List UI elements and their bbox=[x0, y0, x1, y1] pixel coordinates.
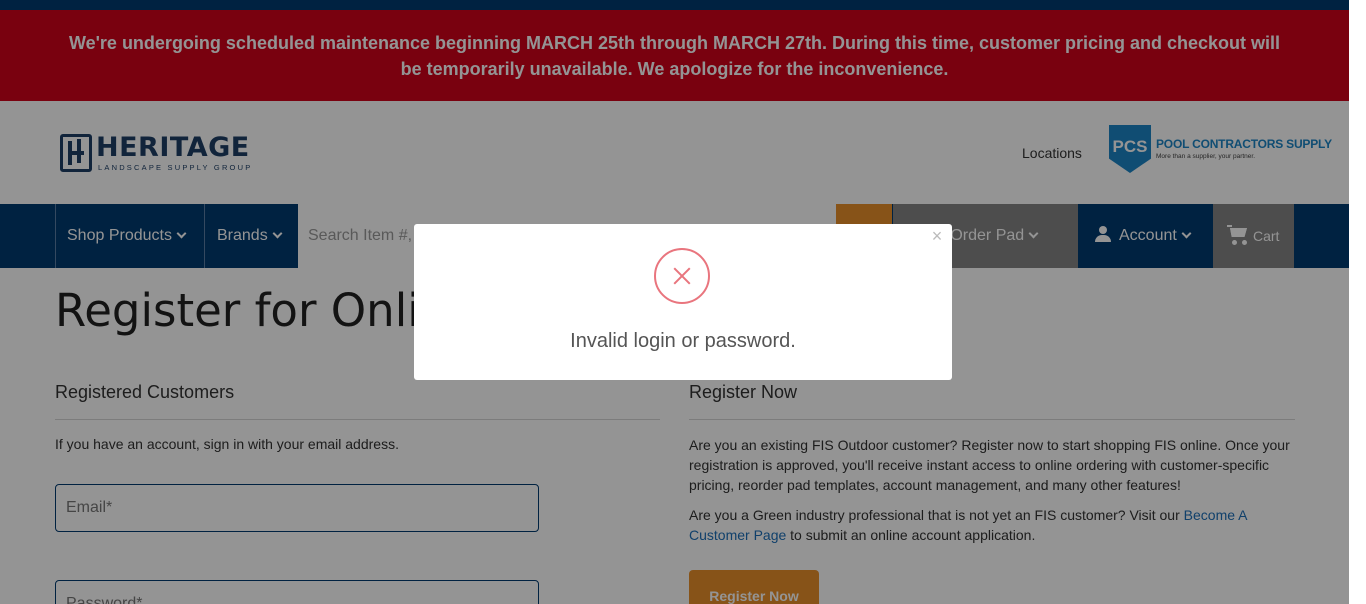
page: We're undergoing scheduled maintenance b… bbox=[0, 0, 1349, 604]
page-scrollbar[interactable] bbox=[1349, 0, 1366, 604]
error-message: Invalid login or password. bbox=[570, 330, 796, 352]
error-modal: × Invalid login or password. bbox=[414, 224, 952, 380]
close-icon[interactable]: × bbox=[930, 227, 944, 245]
error-x-icon bbox=[654, 248, 710, 304]
